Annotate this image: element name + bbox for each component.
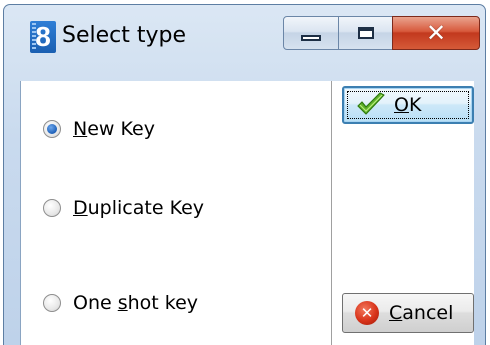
minimize-button[interactable] — [283, 16, 339, 50]
maximize-button[interactable] — [338, 16, 393, 50]
window-title: Select type — [62, 23, 187, 48]
dialog-client-area: New Key Duplicate Key One shot key OK ✕ … — [20, 81, 474, 345]
new-key-label: New Key — [73, 118, 155, 140]
ok-button[interactable]: OK — [342, 86, 474, 124]
one-shot-key-label: One shot key — [73, 292, 199, 314]
minimize-icon — [301, 35, 321, 41]
maximize-icon — [357, 27, 374, 39]
cancel-icon: ✕ — [355, 301, 379, 325]
action-buttons-panel: OK ✕ Cancel — [332, 81, 474, 345]
select-type-dialog: 8 Select type ✕ New Key Duplicate Key On… — [3, 4, 486, 345]
ok-label: OK — [394, 94, 422, 116]
new-key-radio[interactable] — [43, 120, 61, 138]
duplicate-key-label: Duplicate Key — [73, 197, 205, 219]
checkmark-icon — [357, 92, 385, 115]
close-button[interactable]: ✕ — [392, 16, 480, 50]
option-duplicate-key[interactable]: Duplicate Key — [43, 193, 204, 223]
type-options-panel: New Key Duplicate Key One shot key — [21, 81, 331, 345]
option-one-shot-key[interactable]: One shot key — [43, 288, 198, 318]
app-logo-icon: 8 — [30, 21, 56, 53]
title-bar[interactable]: 8 Select type ✕ — [4, 5, 485, 75]
app-logo-glyph: 8 — [35, 21, 51, 52]
cancel-button[interactable]: ✕ Cancel — [342, 293, 474, 333]
option-new-key[interactable]: New Key — [43, 114, 155, 144]
duplicate-key-radio[interactable] — [43, 199, 61, 217]
one-shot-key-radio[interactable] — [43, 294, 61, 312]
close-icon: ✕ — [425, 19, 447, 47]
cancel-label: Cancel — [389, 302, 454, 324]
